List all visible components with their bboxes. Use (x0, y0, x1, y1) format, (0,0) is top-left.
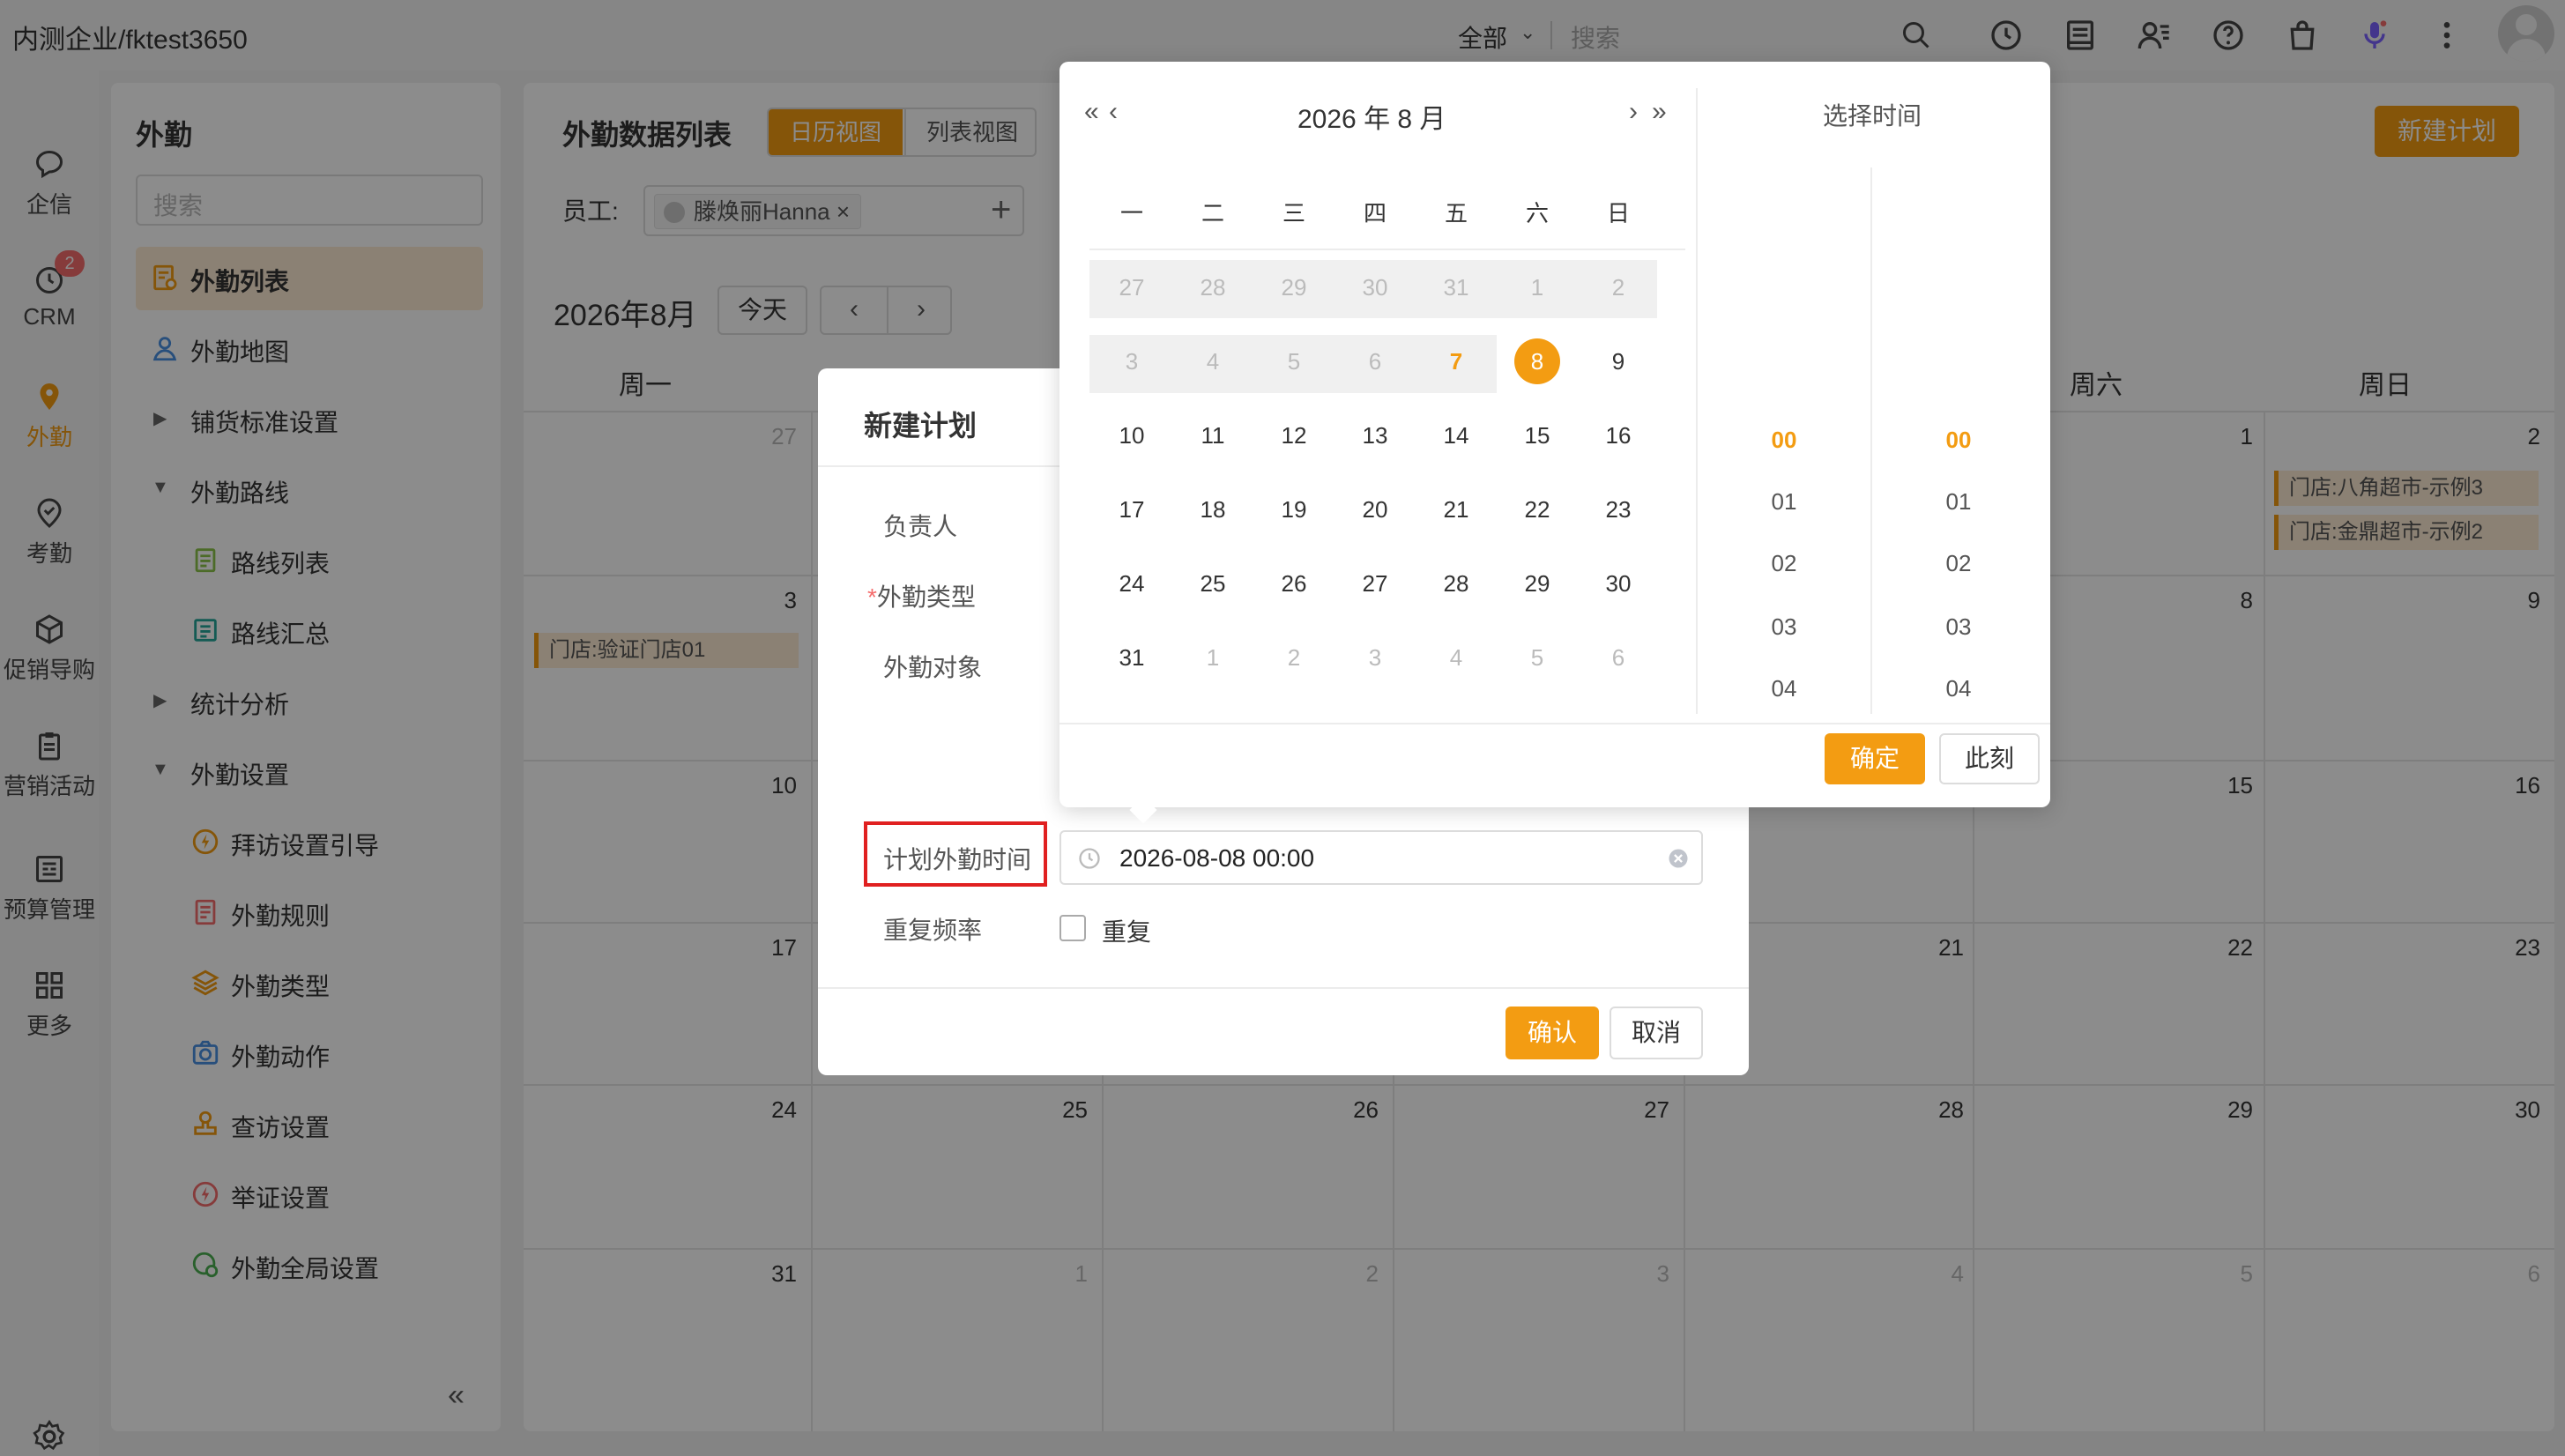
picker-day-cell[interactable]: 16 (1592, 409, 1645, 462)
picker-day-cell[interactable]: 4 (1430, 631, 1483, 684)
picker-day-cell[interactable]: 1 (1186, 631, 1239, 684)
picker-day-cell[interactable]: 26 (1268, 557, 1320, 610)
picker-day-cell[interactable]: 6 (1592, 631, 1645, 684)
picker-weekday: 一 (1119, 200, 1143, 227)
minute-option[interactable]: 01 (1923, 488, 1994, 516)
picker-confirm-button[interactable]: 确定 (1825, 733, 1925, 784)
picker-year-month[interactable]: 2026 年 8 月 (1297, 97, 1446, 136)
picker-day-cell[interactable]: 14 (1430, 409, 1483, 462)
picker-day-cell[interactable]: 2 (1268, 631, 1320, 684)
field-type-label: *外勤类型 (867, 578, 976, 613)
picker-day-cell[interactable]: 10 (1105, 409, 1158, 462)
picker-day-cell[interactable]: 22 (1511, 483, 1564, 536)
picker-now-button[interactable]: 此刻 (1939, 733, 2040, 784)
dialog-title: 新建计划 (864, 410, 978, 442)
hour-option[interactable]: 04 (1749, 675, 1819, 702)
picker-day-cell[interactable]: 29 (1268, 261, 1320, 314)
clear-input-icon[interactable] (1666, 846, 1691, 871)
picker-divider (1059, 723, 2050, 724)
picker-day-cell[interactable]: 11 (1186, 409, 1239, 462)
next-year-button[interactable]: » (1652, 97, 1667, 127)
minute-option[interactable]: 04 (1923, 675, 1994, 702)
clock-icon (1079, 848, 1100, 869)
minute-option[interactable]: 03 (1923, 613, 1994, 641)
picker-day-cell[interactable]: 27 (1105, 261, 1158, 314)
picker-weekday: 四 (1363, 200, 1387, 227)
confirm-button[interactable]: 确认 (1506, 1007, 1599, 1059)
picker-divider (1696, 88, 1698, 714)
picker-weekday: 六 (1525, 200, 1549, 227)
required-mark: * (867, 583, 877, 611)
picker-day-cell[interactable]: 23 (1592, 483, 1645, 536)
field-type-label-text: 外勤类型 (876, 583, 976, 611)
picker-day-cell[interactable]: 5 (1511, 631, 1564, 684)
picker-day-cell[interactable]: 12 (1268, 409, 1320, 462)
picker-day-cell[interactable]: 7 (1430, 335, 1483, 388)
picker-day-cell[interactable]: 9 (1592, 335, 1645, 388)
picker-day-cell[interactable]: 25 (1186, 557, 1239, 610)
picker-day-cell[interactable]: 15 (1511, 409, 1564, 462)
picker-day-cell[interactable]: 3 (1105, 335, 1158, 388)
picker-day-cell[interactable]: 30 (1349, 261, 1401, 314)
picker-day-cell[interactable]: 29 (1511, 557, 1564, 610)
picker-day-cell[interactable]: 28 (1186, 261, 1239, 314)
picker-day-cell[interactable]: 31 (1105, 631, 1158, 684)
picker-day-cell[interactable]: 27 (1349, 557, 1401, 610)
picker-day-cell[interactable]: 17 (1105, 483, 1158, 536)
picker-day-cell[interactable]: 31 (1430, 261, 1483, 314)
hour-option[interactable]: 02 (1749, 550, 1819, 577)
prev-year-button[interactable]: « (1084, 97, 1099, 127)
next-month-button[interactable]: › (1629, 97, 1638, 127)
picker-day-cell[interactable]: 3 (1349, 631, 1401, 684)
plan-time-value: 2026-08-08 00:00 (1119, 844, 1315, 872)
picker-divider (1870, 167, 1872, 714)
plan-time-label: 计划外勤时间 (883, 846, 1032, 873)
hour-option[interactable]: 00 (1749, 427, 1819, 454)
plan-time-input[interactable]: 2026-08-08 00:00 (1059, 830, 1703, 885)
picker-day-cell[interactable]: 30 (1592, 557, 1645, 610)
select-time-title: 选择时间 (1823, 102, 1922, 130)
picker-day-cell[interactable]: 18 (1186, 483, 1239, 536)
picker-weekday: 三 (1282, 200, 1305, 227)
repeat-frequency-label: 重复频率 (883, 917, 983, 944)
cancel-button[interactable]: 取消 (1610, 1007, 1703, 1059)
repeat-checkbox[interactable] (1059, 915, 1086, 941)
picker-weekday: 日 (1606, 200, 1630, 227)
repeat-checkbox-label[interactable]: 重复 (1102, 913, 1151, 948)
datetime-picker-popup: « ‹ 2026 年 8 月 › » 一 二 三 四 五 六 日 27 28 29 3… (1059, 62, 2050, 824)
picker-day-cell[interactable]: 5 (1268, 335, 1320, 388)
picker-day-cell[interactable]: 13 (1349, 409, 1401, 462)
picker-day-cell[interactable]: 2 (1592, 261, 1645, 314)
picker-day-cell[interactable]: 1 (1511, 261, 1564, 314)
picker-day-cell[interactable]: 28 (1430, 557, 1483, 610)
picker-day-cell[interactable]: 8 (1511, 335, 1564, 388)
owner-label: 负责人 (883, 513, 958, 540)
picker-day-cell[interactable]: 24 (1105, 557, 1158, 610)
hour-option[interactable]: 03 (1749, 613, 1819, 641)
minute-option[interactable]: 00 (1923, 427, 1994, 454)
picker-divider (1089, 249, 1685, 250)
picker-weekday: 五 (1444, 200, 1468, 227)
field-target-label: 外勤对象 (883, 654, 983, 681)
picker-day-cell[interactable]: 20 (1349, 483, 1401, 536)
picker-weekday: 二 (1201, 200, 1224, 227)
minute-option[interactable]: 02 (1923, 550, 1994, 577)
picker-day-cell[interactable]: 21 (1430, 483, 1483, 536)
picker-day-cell[interactable]: 4 (1186, 335, 1239, 388)
picker-day-cell[interactable]: 19 (1268, 483, 1320, 536)
picker-day-cell[interactable]: 6 (1349, 335, 1401, 388)
dialog-divider (818, 987, 1749, 989)
prev-month-button[interactable]: ‹ (1109, 97, 1118, 127)
hour-option[interactable]: 01 (1749, 488, 1819, 516)
